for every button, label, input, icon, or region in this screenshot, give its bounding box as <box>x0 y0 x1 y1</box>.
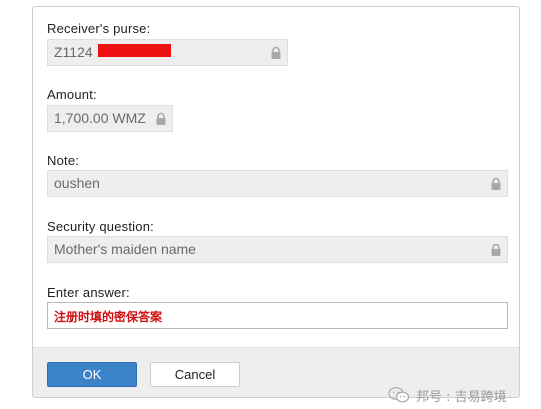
answer-label: Enter answer: <box>47 285 130 300</box>
amount-field: 1,700.00 WMZ <box>47 105 173 132</box>
receiver-purse-value: Z1124 <box>54 44 93 60</box>
lock-icon <box>156 112 166 125</box>
note-field: oushen <box>47 170 508 197</box>
ok-button[interactable]: OK <box>47 362 137 387</box>
security-question-field: Mother's maiden name <box>47 236 508 263</box>
watermark-text: 邦号 : 吉易跨境 <box>416 389 507 405</box>
answer-value: 注册时填的密保答案 <box>54 310 163 324</box>
watermark: 邦号 : 吉易跨境 <box>388 385 507 405</box>
receiver-purse-label: Receiver's purse: <box>47 21 151 36</box>
answer-input[interactable]: 注册时填的密保答案 <box>47 302 508 329</box>
receiver-purse-field: Z1124 <box>47 39 288 66</box>
amount-value: 1,700.00 WMZ <box>54 110 146 126</box>
note-label: Note: <box>47 153 80 168</box>
amount-label: Amount: <box>47 87 97 102</box>
security-question-value: Mother's maiden name <box>54 241 196 257</box>
lock-icon <box>271 46 281 59</box>
lock-icon <box>491 243 501 256</box>
cancel-button[interactable]: Cancel <box>150 362 240 387</box>
redaction-bar <box>98 44 171 57</box>
payment-confirmation-dialog: Receiver's purse: Z1124 Amount: 1,700.00… <box>32 6 520 398</box>
note-value: oushen <box>54 175 100 191</box>
security-question-label: Security question: <box>47 219 154 234</box>
wechat-icon <box>388 387 410 403</box>
lock-icon <box>491 177 501 190</box>
